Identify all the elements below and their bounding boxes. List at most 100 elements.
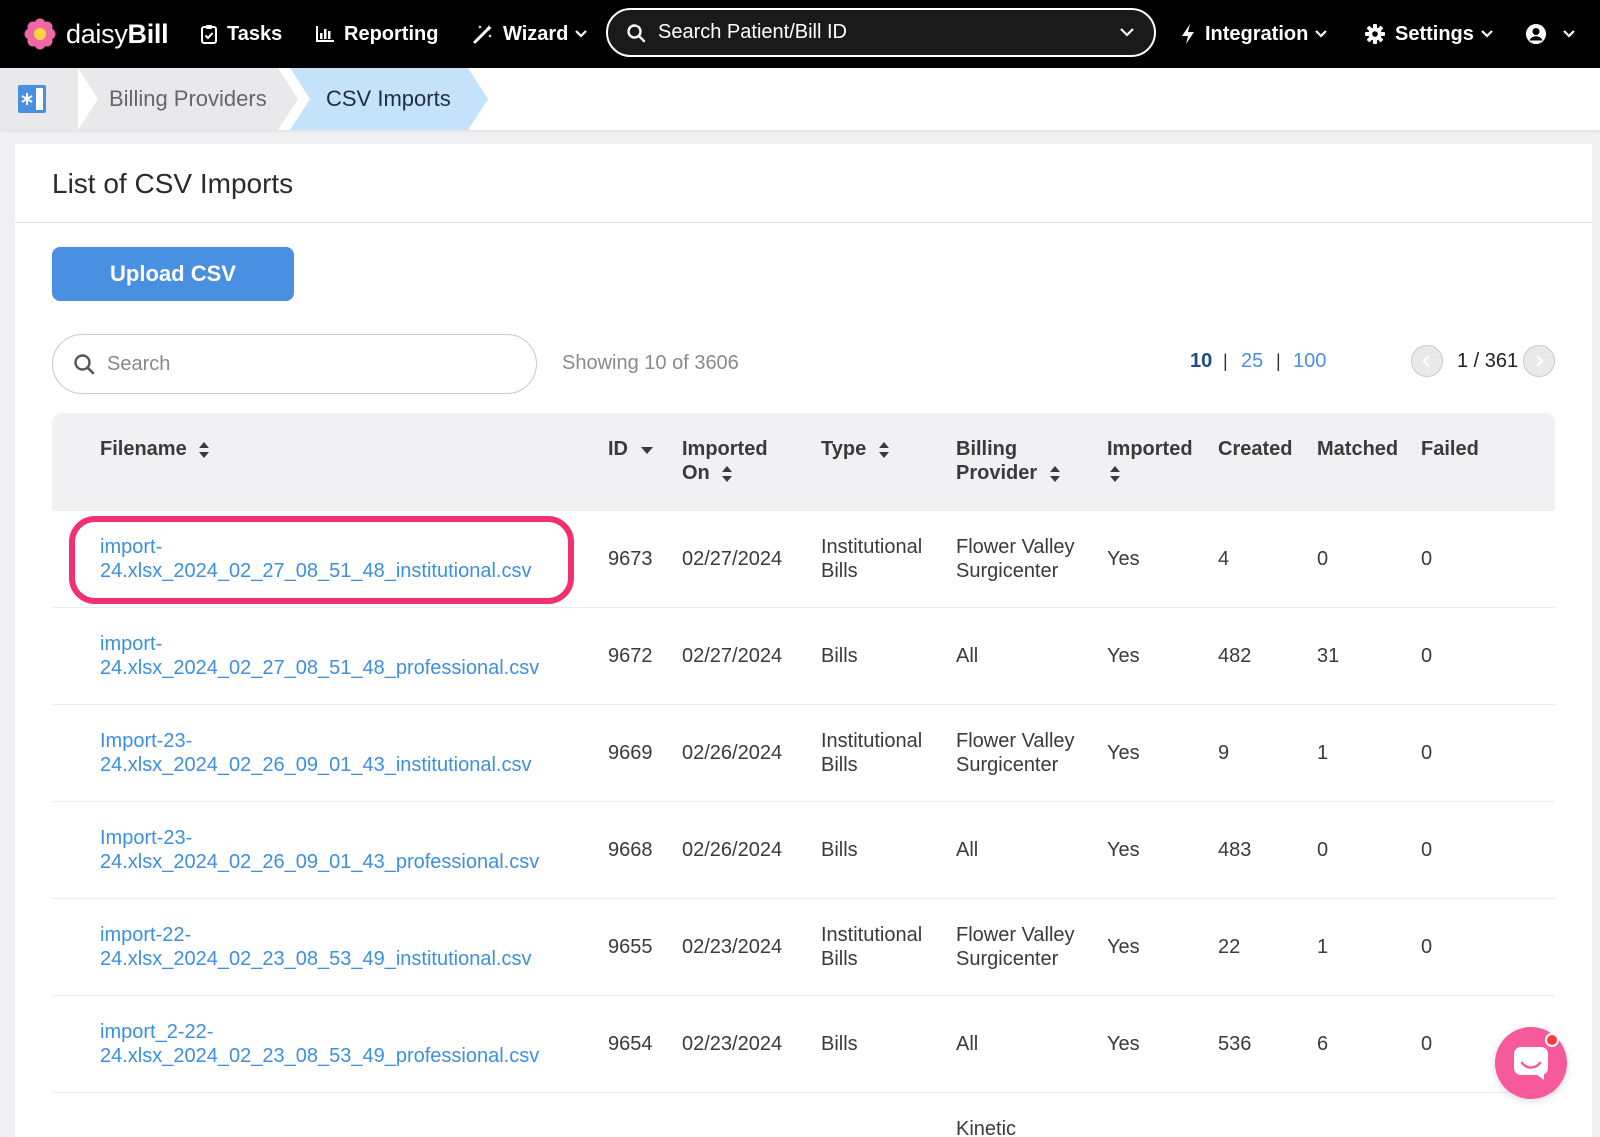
table-search-field[interactable] xyxy=(52,334,537,394)
cell-type: Institutional Bills xyxy=(821,924,923,970)
column-id[interactable]: ID xyxy=(608,437,654,461)
cell-id: 9668 xyxy=(608,839,653,861)
page-size-100[interactable]: 100 xyxy=(1293,350,1326,373)
breadcrumb-billing-providers[interactable]: Billing Providers xyxy=(78,68,298,130)
search-icon xyxy=(74,354,95,375)
cell-id: 9673 xyxy=(608,548,653,570)
filename-link[interactable]: import_2-22- 24.xlsx_2024_02_23_08_53_49_… xyxy=(100,1020,539,1068)
cell-billing-provider: All xyxy=(956,1033,979,1055)
chat-button[interactable] xyxy=(1495,1027,1567,1099)
nav-wizard[interactable]: Wizard xyxy=(472,0,588,68)
cell-matched: 6 xyxy=(1317,1033,1329,1055)
cell-matched: 0 xyxy=(1317,548,1329,570)
reporting-icon xyxy=(316,26,334,42)
column-failed: Failed xyxy=(1421,438,1479,460)
page-title: List of CSV Imports xyxy=(52,168,294,199)
nav-integration[interactable]: Integration xyxy=(1180,0,1328,68)
nav-reporting[interactable]: Reporting xyxy=(315,0,438,68)
upload-csv-button[interactable]: Upload CSV xyxy=(52,247,294,301)
cell-billing-provider: All xyxy=(956,839,979,861)
cell-billing-provider: Flower Valley Surgicenter xyxy=(956,924,1075,970)
cell-id: 9655 xyxy=(608,936,653,958)
page-size-25[interactable]: 25 xyxy=(1241,350,1263,373)
logo[interactable]: daisyBill xyxy=(24,18,169,50)
page-size-separator: | xyxy=(1223,351,1228,371)
filename-link[interactable]: import- 24.xlsx_2024_02_27_08_51_48_insti… xyxy=(100,535,531,583)
cell-created: 536 xyxy=(1218,1033,1252,1055)
cell-billing-provider: Flower Valley Surgicenter xyxy=(956,536,1075,582)
integration-icon xyxy=(1182,24,1194,44)
nav-settings[interactable]: Settings xyxy=(1364,0,1494,68)
breadcrumb-home[interactable] xyxy=(0,68,78,130)
cell-imported-on: 02/23/2024 xyxy=(682,936,783,958)
cell-imported-on: 02/26/2024 xyxy=(682,839,783,861)
table-row: Import-23- 24.xlsx_2024_02_26_09_01_43_in… xyxy=(52,705,1555,802)
cell-created: 482 xyxy=(1218,645,1252,667)
chat-icon xyxy=(1514,1047,1548,1080)
column-type[interactable]: Type xyxy=(821,437,890,461)
prev-page-button[interactable] xyxy=(1411,345,1443,377)
cell-failed: 0 xyxy=(1421,839,1433,861)
patient-bill-search[interactable]: Search Patient/Bill ID xyxy=(606,8,1156,57)
wizard-icon xyxy=(473,25,492,44)
breadcrumb: Billing Providers CSV Imports xyxy=(0,68,1600,130)
cell-failed: 0 xyxy=(1421,645,1433,667)
cell-type: Bills xyxy=(821,645,858,667)
cell-imported: Yes xyxy=(1107,936,1140,958)
sort-desc-icon xyxy=(640,446,653,454)
filename-link[interactable]: Import-23- 24.xlsx_2024_02_26_09_01_43_pr… xyxy=(100,826,539,874)
cell-id: 9654 xyxy=(608,1033,653,1055)
nav-integration-label: Integration xyxy=(1205,22,1309,45)
cell-imported: Yes xyxy=(1107,839,1140,861)
cell-created: 9 xyxy=(1218,742,1230,764)
filename-link[interactable]: Import-23- 24.xlsx_2024_02_26_09_01_43_in… xyxy=(100,729,531,777)
cell-imported-on: 02/26/2024 xyxy=(682,742,783,764)
cell-failed: 0 xyxy=(1421,742,1433,764)
cell-failed: 0 xyxy=(1421,1033,1433,1055)
cell-type: Bills xyxy=(821,1033,858,1055)
divider xyxy=(15,222,1592,223)
user-icon xyxy=(1526,24,1546,44)
filename-link[interactable]: import- 24.xlsx_2024_02_27_08_51_48_profe… xyxy=(100,632,539,680)
cell-billing-provider: Flower Valley Surgicenter xyxy=(956,730,1075,776)
column-created: Created xyxy=(1218,438,1293,460)
column-filename[interactable]: Filename xyxy=(100,437,210,461)
table-row: Kinetic xyxy=(52,1093,1555,1137)
nav-tasks[interactable]: Tasks xyxy=(200,0,282,68)
chevron-down-icon xyxy=(575,30,588,38)
filename-link[interactable]: import-22- 24.xlsx_2024_02_23_08_53_49_in… xyxy=(100,923,531,971)
notification-dot xyxy=(1545,1033,1559,1047)
page-size-separator: | xyxy=(1276,351,1281,371)
chevron-right-icon xyxy=(1536,355,1544,367)
cell-id: 9672 xyxy=(608,645,653,667)
user-menu[interactable] xyxy=(1525,0,1576,68)
logo-text: daisyBill xyxy=(66,18,169,49)
breadcrumb-csv-imports[interactable]: CSV Imports xyxy=(290,68,488,130)
next-page-button[interactable] xyxy=(1523,345,1555,377)
chevron-down-icon xyxy=(1315,30,1328,38)
cell-imported-on: 02/27/2024 xyxy=(682,645,783,667)
cell-imported: Yes xyxy=(1107,1033,1140,1055)
chevron-down-icon xyxy=(1563,30,1575,38)
page-size-10[interactable]: 10 xyxy=(1190,350,1212,373)
cell-matched: 1 xyxy=(1317,742,1329,764)
home-icon xyxy=(18,85,46,113)
cell-imported: Yes xyxy=(1107,645,1140,667)
cell-billing-provider: All xyxy=(956,645,979,667)
table-search-input[interactable] xyxy=(107,352,507,376)
column-imported-on[interactable]: Imported On xyxy=(682,437,768,485)
column-imported[interactable]: Imported xyxy=(1107,437,1193,485)
table-row: Import-23- 24.xlsx_2024_02_26_09_01_43_pr… xyxy=(52,802,1555,899)
tasks-icon xyxy=(201,25,217,44)
chevron-left-icon xyxy=(1422,355,1430,367)
table-row: import- 24.xlsx_2024_02_27_08_51_48_profe… xyxy=(52,608,1555,705)
cell-matched: 1 xyxy=(1317,936,1329,958)
column-billing-provider[interactable]: Billing Provider xyxy=(956,437,1061,485)
cell-failed: 0 xyxy=(1421,936,1433,958)
cell-id: 9669 xyxy=(608,742,653,764)
daisy-logo-icon xyxy=(24,18,56,50)
cell-type: Institutional Bills xyxy=(821,536,923,582)
nav-settings-label: Settings xyxy=(1395,22,1474,45)
chevron-down-icon[interactable] xyxy=(1118,23,1136,41)
chevron-down-icon xyxy=(1481,30,1493,38)
